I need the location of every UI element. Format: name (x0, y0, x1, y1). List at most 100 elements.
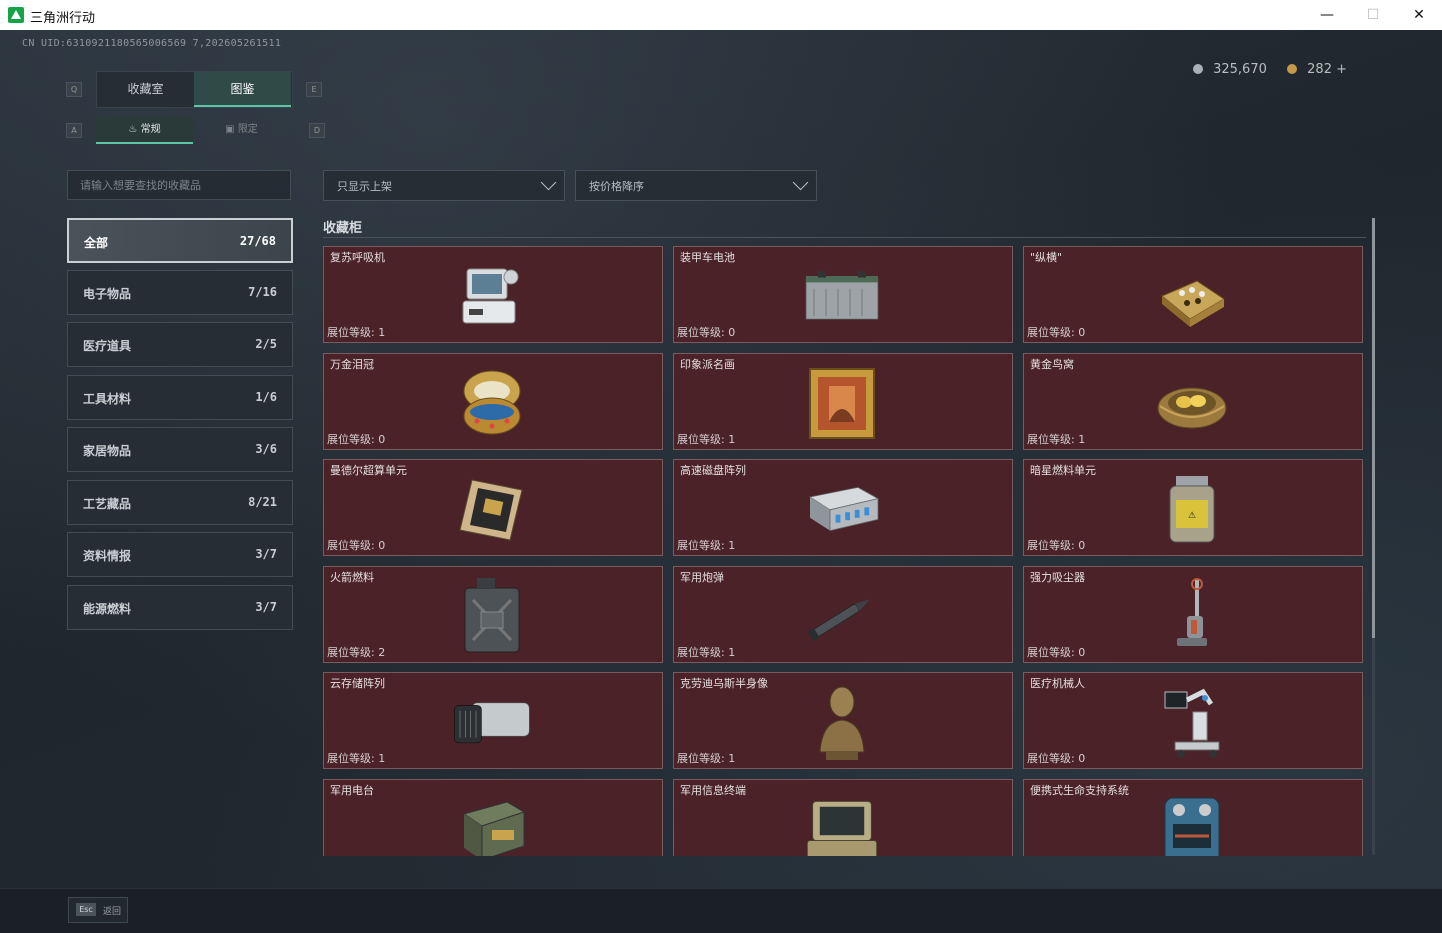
collection-item-card[interactable]: 克劳迪乌斯半身像 展位等级: 1 (673, 672, 1013, 769)
gold-amount[interactable]: 282 + (1307, 62, 1347, 77)
category-label: 资料情报 (83, 549, 132, 563)
category-label: 全部 (84, 236, 109, 250)
collection-item-card[interactable]: 便携式生命支持系统 (1023, 779, 1363, 856)
category-crafts[interactable]: 工艺藏品 8/21 (67, 480, 293, 525)
category-count: 2/5 (255, 337, 277, 351)
sub-tabs: ♨ 常规 ▣ 限定 (96, 116, 291, 144)
category-label: 工具材料 (83, 392, 132, 406)
item-name: 曼德尔超算单元 (330, 464, 407, 477)
medical-robot-icon (1152, 683, 1232, 761)
app-icon (8, 7, 24, 23)
category-electronics[interactable]: 电子物品 7/16 (67, 270, 293, 315)
category-count: 3/7 (255, 600, 277, 614)
item-name: 便携式生命支持系统 (1030, 784, 1129, 797)
collection-item-card[interactable]: 军用电台 (323, 779, 663, 856)
collection-item-card[interactable]: 暗星燃料单元 ⚠ 展位等级: 0 (1023, 459, 1363, 556)
collection-item-card[interactable]: 强力吸尘器 展位等级: 0 (1023, 566, 1363, 663)
item-name: 强力吸尘器 (1030, 571, 1085, 584)
compute-unit-icon (452, 470, 532, 548)
chessboard-icon (1152, 257, 1232, 335)
main-tabs: 收藏室 图鉴 (96, 71, 293, 108)
item-name: 军用电台 (330, 784, 374, 797)
item-name: 军用炮弹 (680, 571, 724, 584)
game-screen: CN UID:6310921180565006569 7,20260526151… (0, 30, 1442, 933)
category-tools[interactable]: 工具材料 1/6 (67, 375, 293, 420)
item-display-level: 展位等级: 1 (1027, 433, 1086, 446)
silver-amount: 325,670 (1213, 62, 1267, 77)
esc-key-hint: Esc (76, 903, 96, 916)
subtab-limited[interactable]: ▣ 限定 (193, 116, 290, 144)
item-display-level: 展位等级: 0 (327, 433, 386, 446)
category-count: 27/68 (239, 234, 276, 248)
vacuum-icon (1152, 577, 1232, 655)
currency-bar: 325,670 282 + (1187, 62, 1347, 77)
shell-icon (802, 577, 882, 655)
collection-item-card[interactable]: 装甲车电池 展位等级: 0 (673, 246, 1013, 343)
radio-icon (452, 790, 532, 856)
item-display-level: 展位等级: 0 (677, 326, 736, 339)
golden-nest-icon (1152, 364, 1232, 442)
terminal-icon (802, 790, 882, 856)
item-name: 云存储阵列 (330, 677, 385, 690)
item-name: 军用信息终端 (680, 784, 746, 797)
collection-item-card[interactable]: 复苏呼吸机 展位等级: 1 (323, 246, 663, 343)
shelf-filter-dropdown[interactable]: 只显示上架 (323, 170, 565, 201)
collection-item-card[interactable]: 军用炮弹 展位等级: 1 (673, 566, 1013, 663)
collection-item-card[interactable]: 万金泪冠展位等级: 0 (323, 353, 663, 450)
category-count: 1/6 (255, 390, 277, 404)
tab-codex[interactable]: 图鉴 (194, 72, 291, 107)
collection-item-card[interactable]: 云存储阵列 展位等级: 1 (323, 672, 663, 769)
subtab-limited-label: 限定 (237, 124, 258, 135)
collection-item-card[interactable]: 高速磁盘阵列 展位等级: 1 (673, 459, 1013, 556)
item-name: 印象派名画 (680, 358, 735, 371)
category-medical[interactable]: 医疗道具 2/5 (67, 322, 293, 367)
back-button[interactable]: Esc 返回 (68, 897, 128, 923)
battery-icon (802, 257, 882, 335)
shelf-filter-value: 只显示上架 (337, 180, 392, 193)
item-name: 高速磁盘阵列 (680, 464, 746, 477)
window-titlebar: 三角洲行动 — ☐ ✕ (0, 0, 1442, 30)
scrollbar-thumb[interactable] (1372, 218, 1375, 638)
collection-item-card[interactable]: 医疗机械人 展位等级: 0 (1023, 672, 1363, 769)
item-name: 火箭燃料 (330, 571, 374, 584)
item-name: 克劳迪乌斯半身像 (680, 677, 768, 690)
sort-dropdown[interactable]: 按价格降序 (575, 170, 817, 201)
category-label: 工艺藏品 (83, 497, 132, 511)
search-input[interactable]: 请输入想要查找的收藏品 (67, 170, 291, 200)
category-intel[interactable]: 资料情报 3/7 (67, 532, 293, 577)
collection-item-card[interactable]: 黄金鸟窝展位等级: 1 (1023, 353, 1363, 450)
collection-item-card[interactable]: "纵横" 展位等级: 0 (1023, 246, 1363, 343)
chevron-down-icon (540, 174, 557, 191)
collection-item-card[interactable]: 印象派名画 展位等级: 1 (673, 353, 1013, 450)
storage-array-icon (452, 683, 532, 761)
fuel-cell-icon: ⚠ (1152, 470, 1232, 548)
item-name: 黄金鸟窝 (1030, 358, 1074, 371)
collection-item-card[interactable]: 火箭燃料 展位等级: 2 (323, 566, 663, 663)
key-hint-d: D (309, 123, 325, 138)
item-name: 暗星燃料单元 (1030, 464, 1096, 477)
item-name: 万金泪冠 (330, 358, 374, 371)
category-label: 家居物品 (83, 444, 132, 458)
category-household[interactable]: 家居物品 3/6 (67, 427, 293, 472)
category-energy[interactable]: 能源燃料 3/7 (67, 585, 293, 630)
category-count: 7/16 (248, 285, 277, 299)
category-label: 医疗道具 (83, 339, 132, 353)
tab-collection-room[interactable]: 收藏室 (97, 72, 194, 107)
collection-item-card[interactable]: 军用信息终端 (673, 779, 1013, 856)
maximize-button[interactable]: ☐ (1350, 0, 1396, 30)
life-support-icon (1152, 790, 1232, 856)
collection-grid: 复苏呼吸机 展位等级: 1 装甲车电池 展位等级: 0 "纵横" 展位等级: 0 万金泪冠展… (323, 246, 1366, 856)
key-hint-q: Q (66, 82, 82, 97)
close-button[interactable]: ✕ (1396, 0, 1442, 30)
item-display-level: 展位等级: 1 (677, 539, 736, 552)
section-title: 收藏柜 (323, 221, 363, 236)
collection-item-card[interactable]: 曼德尔超算单元 展位等级: 0 (323, 459, 663, 556)
jeweled-egg-icon (452, 364, 532, 442)
item-display-level: 展位等级: 0 (1027, 326, 1086, 339)
item-display-level: 展位等级: 0 (327, 539, 386, 552)
item-name: "纵横" (1030, 251, 1063, 264)
subtab-regular[interactable]: ♨ 常规 (96, 116, 193, 144)
minimize-button[interactable]: — (1304, 0, 1350, 30)
category-all[interactable]: 全部 27/68 (67, 218, 293, 263)
category-count: 3/6 (255, 442, 277, 456)
